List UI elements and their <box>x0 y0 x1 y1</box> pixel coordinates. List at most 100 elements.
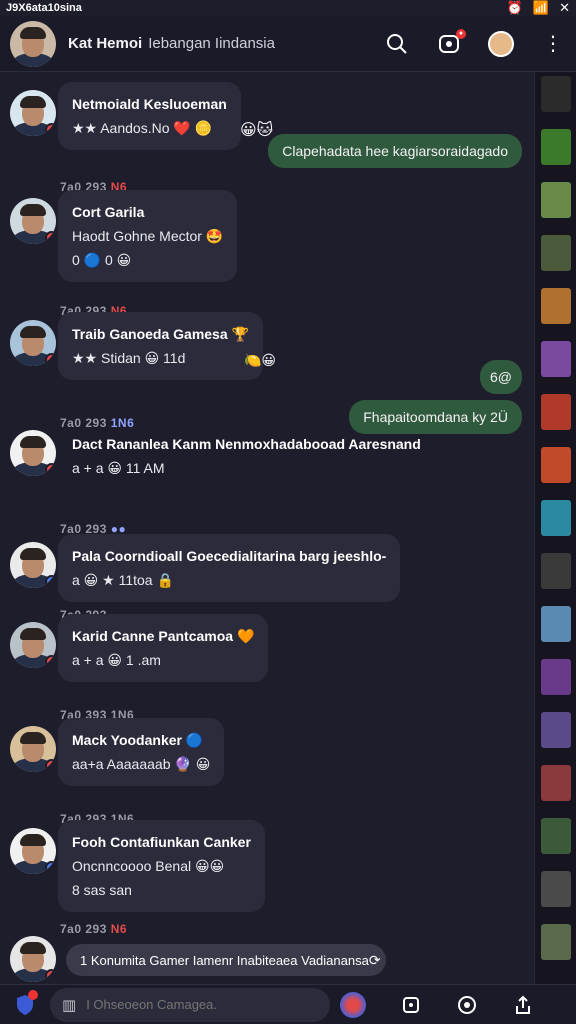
message-bubble[interactable]: Traib Ganoeda Gamesa 🏆 ★★ Stidan 😀 11d <box>58 312 263 380</box>
message-bubble[interactable]: Netmoiald Kesluoeman ★★ Aandos.No ❤️ 🪙 <box>58 82 241 150</box>
notification-badge: ● <box>456 28 466 39</box>
status-icons: ⏰ 📶 ✕ <box>507 0 570 16</box>
message-text: Haodt Gohne Mector 🤩 <box>72 228 224 244</box>
game-thumbnail[interactable] <box>541 76 571 112</box>
message-text: ★★ Aandos.No ❤️ 🪙 <box>72 120 213 136</box>
game-thumbnail[interactable] <box>541 129 571 165</box>
game-thumbnail[interactable] <box>541 606 571 642</box>
sender-avatar[interactable] <box>10 198 56 244</box>
sender-avatar[interactable] <box>10 622 56 668</box>
message-text: a + a 😀 1 .am <box>72 652 161 668</box>
game-thumbnail[interactable] <box>541 924 571 960</box>
sender-avatar[interactable] <box>10 726 56 772</box>
message-text: a 😀 ★ 11toa 🔒 <box>72 572 174 588</box>
attachment-icon[interactable]: ▥ <box>62 996 76 1014</box>
sender-avatar[interactable] <box>10 320 56 366</box>
message-item[interactable] <box>10 928 56 982</box>
message-item[interactable]: Traib Ganoeda Gamesa 🏆 ★★ Stidan 😀 11d <box>10 312 263 380</box>
sender-avatar[interactable] <box>10 936 56 982</box>
header-avatar[interactable] <box>10 20 56 67</box>
sender-name: Fooh Contafiunkan Canker <box>72 834 251 850</box>
close-icon[interactable]: ✕ <box>559 0 570 16</box>
reaction-emoji: 🍋😀 <box>244 352 277 368</box>
header-title: Kat Hemoi Iebangan Iindansia <box>68 35 275 52</box>
sent-message[interactable]: Clapehadata hee kagiarsoraidagado <box>268 134 522 168</box>
sender-name: Traib Ganoeda Gamesa 🏆 <box>72 326 249 342</box>
message-item[interactable]: Mack Yoodanker 🔵 aa+a Aaaaaaab 🔮 😀 <box>10 718 225 786</box>
status-badge <box>45 969 56 982</box>
sender-name: Karid Canne Pantcamoa 🧡 <box>72 628 255 644</box>
message-item[interactable]: Cort Garila Haodt Gohne Mector 🤩 0 🔵 0 😀 <box>10 190 238 282</box>
message-text: ★★ Stidan 😀 11d <box>72 350 186 366</box>
game-thumbnail[interactable] <box>541 341 571 377</box>
game-thumbnail-sidebar <box>534 72 576 984</box>
message-text: a + a 😀 11 AM <box>72 460 165 476</box>
refresh-icon[interactable]: ⟳ <box>369 952 381 969</box>
status-badge <box>45 463 56 476</box>
message-meta: 8 sas san <box>72 882 132 898</box>
message-input[interactable] <box>86 997 307 1012</box>
chat-subtitle: Iebangan Iindansia <box>148 35 275 52</box>
status-bar: J9X6ata10sina ⏰ 📶 ✕ <box>0 0 576 16</box>
message-text: Oncnncoooo Benal 😀😀 <box>72 858 225 874</box>
new-message-toast[interactable]: 1 Konumita Gamer Iamenr Inabiteaea Vadia… <box>66 944 386 976</box>
game-thumbnail[interactable] <box>541 712 571 748</box>
message-text: aa+a Aaaaaaab 🔮 😀 <box>72 756 211 772</box>
game-thumbnail[interactable] <box>541 500 571 536</box>
message-item[interactable]: Fooh Contafiunkan Canker Oncnncoooo Bena… <box>10 820 265 912</box>
message-bubble[interactable]: Fooh Contafiunkan Canker Oncnncoooo Bena… <box>58 820 265 912</box>
game-thumbnail[interactable] <box>541 235 571 271</box>
message-list[interactable]: Netmoiald Kesluoeman ★★ Aandos.No ❤️ 🪙 😀… <box>0 72 534 984</box>
status-badge <box>45 655 56 668</box>
notifications-icon[interactable]: ● <box>436 28 466 57</box>
status-badge <box>45 231 56 244</box>
sent-message[interactable]: 6@ <box>480 360 522 394</box>
message-bubble[interactable]: Cort Garila Haodt Gohne Mector 🤩 0 🔵 0 😀 <box>58 190 238 282</box>
sender-name: Cort Garila <box>72 204 145 220</box>
sender-avatar[interactable] <box>10 542 56 588</box>
sender-name: Mack Yoodanker 🔵 <box>72 732 204 748</box>
message-item[interactable]: Karid Canne Pantcamoa 🧡 a + a 😀 1 .am <box>10 614 269 682</box>
game-thumbnail[interactable] <box>541 765 571 801</box>
game-thumbnail[interactable] <box>541 659 571 695</box>
shield-icon[interactable] <box>10 989 40 1020</box>
wifi-icon: 📶 <box>532 0 550 15</box>
message-bubble[interactable]: Dact Rananlea Kanm Nenmoxhadabooad Aares… <box>58 422 435 490</box>
game-thumbnail[interactable] <box>541 182 571 218</box>
game-thumbnail[interactable] <box>541 394 571 430</box>
game-thumbnail[interactable] <box>541 818 571 854</box>
profile-icon[interactable] <box>488 30 514 57</box>
sticker-icon[interactable] <box>396 990 426 1020</box>
more-options-icon[interactable]: ⋮ <box>540 31 566 57</box>
date-separator: 7a0 293 N6 <box>60 922 128 936</box>
game-thumbnail[interactable] <box>541 288 571 324</box>
message-bubble[interactable]: Karid Canne Pantcamoa 🧡 a + a 😀 1 .am <box>58 614 269 682</box>
game-thumbnail[interactable] <box>541 553 571 589</box>
sender-avatar[interactable] <box>10 90 56 136</box>
message-item[interactable]: Pala Coorndioall Goecedialitarina barg j… <box>10 534 401 602</box>
alarm-icon: ⏰ <box>506 0 523 15</box>
status-badge <box>45 575 56 588</box>
search-icon[interactable] <box>384 31 410 57</box>
chat-name: Kat Hemoi <box>68 35 143 52</box>
reaction-emoji: 😀🐱 <box>240 122 274 139</box>
status-badge <box>45 861 56 874</box>
message-bubble[interactable]: Mack Yoodanker 🔵 aa+a Aaaaaaab 🔮 😀 <box>58 718 225 786</box>
message-item[interactable]: Dact Rananlea Kanm Nenmoxhadabooad Aares… <box>10 422 435 490</box>
sender-name: Dact Rananlea Kanm Nenmoxhadabooad Aares… <box>72 436 421 452</box>
notification-badge <box>28 989 38 1000</box>
message-bubble[interactable]: Pala Coorndioall Goecedialitarina barg j… <box>58 534 401 602</box>
header-actions: ● ⋮ <box>384 28 566 57</box>
toast-text: 1 Konumita Gamer Iamenr Inabiteaea Vadia… <box>80 952 369 968</box>
sender-avatar[interactable] <box>10 828 56 874</box>
game-icon[interactable] <box>340 991 366 1018</box>
sender-name: Netmoiald Kesluoeman <box>72 96 227 112</box>
message-item[interactable]: Netmoiald Kesluoeman ★★ Aandos.No ❤️ 🪙 <box>10 82 241 150</box>
compose-box[interactable]: ▥ <box>50 987 330 1022</box>
game-thumbnail[interactable] <box>541 871 571 907</box>
sender-avatar[interactable] <box>10 430 56 476</box>
game-thumbnail[interactable] <box>541 447 571 483</box>
camera-icon[interactable] <box>452 990 482 1020</box>
chat-header: Kat Hemoi Iebangan Iindansia ● ⋮ <box>0 16 576 72</box>
share-icon[interactable] <box>508 990 538 1020</box>
